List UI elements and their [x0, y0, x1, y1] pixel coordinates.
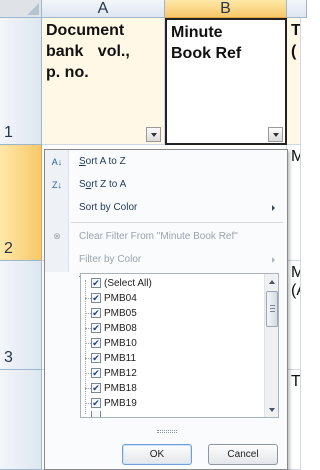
- cell-a1-line2: bank vol.,: [46, 43, 130, 60]
- cell-a1[interactable]: Document bank vol., p. no.: [42, 18, 165, 145]
- list-item[interactable]: ✔ PMB08: [85, 321, 137, 335]
- list-item-label: PMB18: [104, 382, 137, 394]
- list-item-label: PMB12: [104, 367, 137, 379]
- arrow-up-icon: [269, 279, 275, 284]
- checkbox[interactable]: ✔: [91, 278, 101, 288]
- menu-item-label: Sort A to Z: [79, 156, 126, 167]
- list-item-label: PMB19: [104, 397, 137, 409]
- cell-c1[interactable]: T (: [287, 18, 301, 145]
- cell-c1-line2: (: [291, 43, 297, 60]
- list-item[interactable]: ✔ PMB04: [85, 291, 137, 305]
- list-item[interactable]: ✔ PMB11: [85, 351, 137, 365]
- cell-c4[interactable]: T: [287, 370, 301, 470]
- menu-item-sort-a-to-z[interactable]: A↓ Sort A to Z: [45, 150, 287, 173]
- list-item-label: PMB11: [104, 352, 137, 364]
- tree-connector: [85, 388, 91, 389]
- grip-line: [270, 311, 275, 312]
- menu-item-label: Sort by Color: [79, 202, 138, 213]
- list-item-label: PMB08: [104, 322, 137, 334]
- checkbox[interactable]: ✔: [91, 293, 101, 303]
- clear-filter-icon: ⊗: [53, 231, 61, 241]
- list-item[interactable]: ✔ PMB10: [85, 336, 137, 350]
- cell-a1-line1: Document: [46, 22, 125, 39]
- tree-connector: [85, 403, 91, 404]
- tree-connector: [85, 358, 91, 359]
- cell-c2[interactable]: M: [287, 145, 301, 261]
- row-header-4[interactable]: [0, 370, 42, 470]
- row-header-3[interactable]: 3: [0, 261, 42, 370]
- tree-connector: [85, 313, 91, 314]
- tree-connector: [85, 373, 91, 374]
- menu-item-sort-by-color[interactable]: Sort by Color: [45, 196, 287, 219]
- grip-line: [270, 305, 275, 306]
- menu-item-sort-z-to-a[interactable]: Z↓ Sort Z to A: [45, 173, 287, 196]
- checkbox[interactable]: ✔: [91, 383, 101, 393]
- list-item[interactable]: ✔ PMB18: [85, 381, 137, 395]
- autofilter-menu: A↓ Sort A to Z Z↓ Sort Z to A Sort by Co…: [44, 149, 288, 470]
- tree-connector: [85, 280, 86, 414]
- checkbox: [91, 411, 101, 417]
- checkbox[interactable]: ✔: [91, 308, 101, 318]
- list-scrollbar[interactable]: [264, 274, 278, 417]
- cell-c3-line2: (A: [291, 282, 300, 299]
- tree-connector: [85, 298, 91, 299]
- chevron-down-icon: [272, 132, 279, 137]
- corner-triangle-icon: [27, 3, 39, 15]
- grip-line: [270, 308, 275, 309]
- column-header-b[interactable]: B: [165, 0, 287, 18]
- checkbox[interactable]: ✔: [91, 368, 101, 378]
- chevron-right-icon: [272, 257, 275, 263]
- column-header-a[interactable]: A: [42, 0, 165, 18]
- list-item-partial: [91, 411, 104, 417]
- tree-connector: [85, 343, 91, 344]
- filter-dropdown-a-button[interactable]: [146, 127, 161, 142]
- cell-c1-line1: T: [291, 22, 301, 39]
- menu-item-label: Sort Z to A: [79, 179, 127, 190]
- list-item[interactable]: ✔ PMB05: [85, 306, 137, 320]
- arrow-down-icon: [269, 407, 275, 412]
- select-all-corner[interactable]: [0, 0, 42, 18]
- list-item-label: PMB05: [104, 307, 137, 319]
- cell-b1-line1: Minute: [171, 24, 223, 41]
- cell-c3-line1: M: [291, 264, 300, 282]
- scroll-down-button[interactable]: [266, 403, 278, 416]
- sort-za-icon: Z↓: [52, 179, 62, 190]
- checkbox[interactable]: ✔: [91, 338, 101, 348]
- cancel-button[interactable]: Cancel: [208, 444, 278, 465]
- list-item-label: (Select All): [104, 277, 152, 289]
- chevron-right-icon: [272, 205, 275, 211]
- resize-grip-icon[interactable]: [157, 430, 177, 433]
- menu-item-clear-filter[interactable]: ⊗ Clear Filter From "Minute Book Ref": [45, 225, 287, 248]
- column-header-c[interactable]: [287, 0, 307, 18]
- sort-az-icon: A↓: [51, 156, 63, 167]
- list-item[interactable]: ✔ PMB19: [85, 396, 137, 410]
- checkbox[interactable]: ✔: [91, 398, 101, 408]
- cell-c3[interactable]: M (A: [287, 261, 301, 370]
- filter-value-list[interactable]: ✔ (Select All) ✔ PMB04 ✔ PMB05 ✔ PMB08 ✔…: [80, 273, 279, 418]
- row-header-2[interactable]: 2: [0, 145, 42, 261]
- list-item-select-all[interactable]: ✔ (Select All): [91, 276, 152, 290]
- checkbox[interactable]: ✔: [91, 353, 101, 363]
- cell-b1[interactable]: Minute Book Ref: [165, 18, 287, 145]
- chevron-down-icon: [150, 132, 157, 137]
- list-item[interactable]: ✔ PMB12: [85, 366, 137, 380]
- tree-connector: [85, 328, 91, 329]
- cell-a1-line3: p. no.: [46, 64, 89, 81]
- checkbox[interactable]: ✔: [91, 323, 101, 333]
- scrollbar-thumb[interactable]: [266, 291, 278, 327]
- scroll-up-button[interactable]: [266, 275, 278, 288]
- row-header-1[interactable]: 1: [0, 18, 42, 145]
- ok-button[interactable]: OK: [122, 444, 192, 465]
- list-item-label: PMB10: [104, 337, 137, 349]
- filter-dropdown-b-button[interactable]: [268, 127, 283, 142]
- menu-item-label: Filter by Color: [79, 254, 142, 265]
- menu-item-label: Clear Filter From "Minute Book Ref": [79, 231, 238, 242]
- menu-separator: [71, 222, 283, 223]
- menu-item-filter-by-color[interactable]: Filter by Color: [45, 248, 287, 271]
- cell-b1-line2: Book Ref: [171, 45, 242, 62]
- list-item-label: PMB04: [104, 292, 137, 304]
